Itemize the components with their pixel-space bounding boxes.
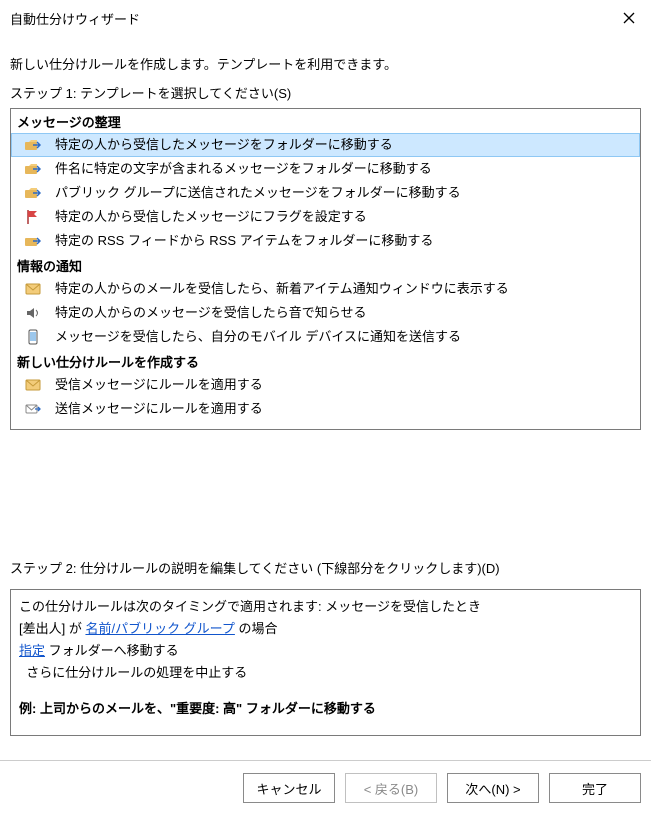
flag-icon bbox=[25, 209, 41, 225]
template-item[interactable]: 特定の人からのメールを受信したら、新着アイテム通知ウィンドウに表示する bbox=[11, 277, 640, 301]
template-item[interactable]: 特定の RSS フィードから RSS アイテムをフォルダーに移動する bbox=[11, 229, 640, 253]
template-item-label: メッセージを受信したら、自分のモバイル デバイスに通知を送信する bbox=[39, 327, 461, 347]
template-item[interactable]: メッセージを受信したら、自分のモバイル デバイスに通知を送信する bbox=[11, 325, 640, 349]
template-item[interactable]: 件名に特定の文字が含まれるメッセージをフォルダーに移動する bbox=[11, 157, 640, 181]
step1-label: ステップ 1: テンプレートを選択してください(S) bbox=[10, 83, 641, 102]
template-item[interactable]: 特定の人から受信したメッセージにフラグを設定する bbox=[11, 205, 640, 229]
template-item-label: 送信メッセージにルールを適用する bbox=[39, 399, 263, 419]
template-item-label: 件名に特定の文字が含まれるメッセージをフォルダーに移動する bbox=[39, 159, 432, 179]
group-header-notify: 情報の通知 bbox=[11, 253, 640, 277]
sender-link[interactable]: 名前/パブリック グループ bbox=[85, 621, 234, 636]
desc-line: さらに仕分けルールの処理を中止する bbox=[19, 662, 632, 684]
folder-move-icon bbox=[25, 137, 41, 153]
close-button[interactable] bbox=[617, 6, 641, 30]
template-item-label: 特定の人から受信したメッセージをフォルダーに移動する bbox=[39, 135, 393, 155]
template-item[interactable]: 受信メッセージにルールを適用する bbox=[11, 373, 640, 397]
rule-description-box[interactable]: この仕分けルールは次のタイミングで適用されます: メッセージを受信したとき [差… bbox=[10, 589, 641, 736]
desc-line: この仕分けルールは次のタイミングで適用されます: メッセージを受信したとき bbox=[19, 596, 632, 618]
template-item-label: 受信メッセージにルールを適用する bbox=[39, 375, 263, 395]
template-item[interactable]: 送信メッセージにルールを適用する bbox=[11, 397, 640, 421]
back-button: < 戻る(B) bbox=[345, 773, 437, 803]
template-item-label: 特定の人からのメールを受信したら、新着アイテム通知ウィンドウに表示する bbox=[39, 279, 509, 299]
lead-text: 新しい仕分けルールを作成します。テンプレートを利用できます。 bbox=[10, 54, 641, 73]
window-title: 自動仕分けウィザード bbox=[10, 9, 140, 28]
mail-alert-icon bbox=[25, 281, 41, 297]
step2-label: ステップ 2: 仕分けルールの説明を編集してください (下線部分をクリックします… bbox=[10, 558, 641, 577]
template-item-label: 特定の人からのメッセージを受信したら音で知らせる bbox=[39, 303, 366, 323]
template-item[interactable]: 特定の人からのメッセージを受信したら音で知らせる bbox=[11, 301, 640, 325]
sound-icon bbox=[25, 305, 41, 321]
separator bbox=[0, 760, 651, 761]
close-icon bbox=[623, 12, 635, 24]
finish-button[interactable]: 完了 bbox=[549, 773, 641, 803]
group-header-organize: メッセージの整理 bbox=[11, 109, 640, 133]
template-item[interactable]: パブリック グループに送信されたメッセージをフォルダーに移動する bbox=[11, 181, 640, 205]
template-item[interactable]: 特定の人から受信したメッセージをフォルダーに移動する bbox=[11, 133, 640, 157]
button-bar: キャンセル < 戻る(B) 次へ(N) > 完了 bbox=[0, 773, 651, 817]
mail-out-icon bbox=[25, 401, 41, 417]
mail-in-icon bbox=[25, 377, 41, 393]
template-item-label: 特定の人から受信したメッセージにフラグを設定する bbox=[39, 207, 367, 227]
template-item-label: 特定の RSS フィードから RSS アイテムをフォルダーに移動する bbox=[39, 231, 433, 251]
template-item-label: パブリック グループに送信されたメッセージをフォルダーに移動する bbox=[39, 183, 461, 203]
folder-link[interactable]: 指定 bbox=[19, 643, 45, 658]
desc-line: 指定 フォルダーへ移動する bbox=[19, 640, 632, 662]
group-header-new: 新しい仕分けルールを作成する bbox=[11, 349, 640, 373]
content-area: 新しい仕分けルールを作成します。テンプレートを利用できます。 ステップ 1: テ… bbox=[0, 34, 651, 744]
folder-move-icon bbox=[25, 161, 41, 177]
next-button[interactable]: 次へ(N) > bbox=[447, 773, 539, 803]
mobile-icon bbox=[25, 329, 41, 345]
desc-example: 例: 上司からのメールを、"重要度: 高" フォルダーに移動する bbox=[19, 698, 632, 720]
rss-move-icon bbox=[25, 233, 41, 249]
template-listbox[interactable]: メッセージの整理 特定の人から受信したメッセージをフォルダーに移動する 件名に特… bbox=[10, 108, 641, 430]
cancel-button[interactable]: キャンセル bbox=[243, 773, 335, 803]
desc-line: [差出人] が 名前/パブリック グループ の場合 bbox=[19, 618, 632, 640]
folder-move-icon bbox=[25, 185, 41, 201]
titlebar: 自動仕分けウィザード bbox=[0, 0, 651, 34]
